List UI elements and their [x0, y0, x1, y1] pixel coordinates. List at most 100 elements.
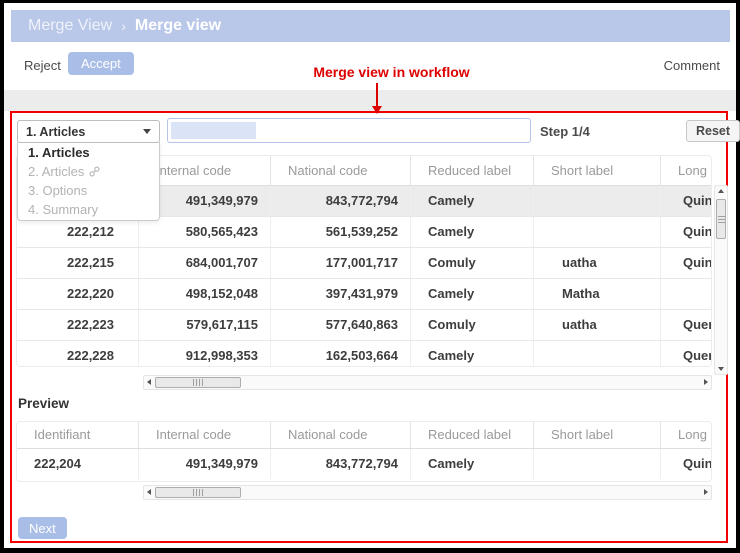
- step-dropdown[interactable]: 1. Articles: [17, 120, 160, 143]
- cell-short-label: uatha: [534, 248, 661, 278]
- thumb-grip-icon: [192, 489, 204, 496]
- step-indicator: Step 1/4: [540, 124, 590, 139]
- cell-long-label: Quenr: [683, 317, 711, 332]
- table-row[interactable]: 222,223 579,617,115 577,640,863 Comuly u…: [17, 310, 711, 341]
- cell-long-label: Quinn: [683, 456, 711, 471]
- scroll-up-icon[interactable]: [718, 189, 724, 193]
- cell-national-code: 843,772,794: [271, 449, 411, 479]
- horizontal-scrollbar[interactable]: [143, 375, 712, 390]
- search-input[interactable]: [167, 118, 531, 143]
- cell-national-code: 843,772,794: [271, 186, 411, 216]
- vertical-scrollbar[interactable]: [714, 185, 728, 375]
- cell-internal-code: 580,565,423: [139, 217, 271, 247]
- menu-item-options[interactable]: 3. Options: [18, 181, 159, 200]
- cell-reduced-label: Camely: [411, 186, 534, 216]
- thumb-grip-icon: [717, 215, 725, 223]
- cell-reduced-label: Comuly: [411, 310, 534, 340]
- cell-short-label: [534, 217, 661, 247]
- cell-long-label: Quinn: [683, 193, 711, 208]
- reset-button[interactable]: Reset: [686, 120, 740, 142]
- step-dropdown-value: 1. Articles: [26, 124, 86, 139]
- scroll-left-icon[interactable]: [147, 489, 151, 495]
- col-long-label[interactable]: Long label: [661, 156, 711, 185]
- cell-reduced-label: Camely: [411, 449, 534, 479]
- cell-short-label: uatha: [534, 310, 661, 340]
- breadcrumb-current: Merge view: [134, 17, 222, 34]
- menu-item-articles-1[interactable]: 1. Articles: [18, 143, 159, 162]
- preview-horizontal-scrollbar[interactable]: [143, 485, 712, 500]
- page: Merge View › Merge view Reject Accept Co…: [4, 3, 740, 548]
- menu-item-label: 3. Options: [28, 183, 88, 198]
- cell-reduced-label: Camely: [411, 341, 534, 366]
- cell-short-label: [534, 341, 661, 366]
- menu-item-label: 4. Summary: [28, 202, 99, 217]
- table-row[interactable]: 222,215 684,001,707 177,001,717 Comuly u…: [17, 248, 711, 279]
- horizontal-scroll-thumb[interactable]: [155, 377, 241, 388]
- cell-identifiant: 222,223: [17, 310, 139, 340]
- cell-internal-code: 684,001,707: [139, 248, 271, 278]
- reject-button[interactable]: Reject: [24, 58, 61, 73]
- cell-national-code: 162,503,664: [271, 341, 411, 366]
- cell-short-label: [534, 186, 661, 216]
- annotation-label: Merge view in workflow: [313, 64, 470, 80]
- menu-item-label: 2. Articles: [28, 164, 85, 179]
- cell-national-code: 177,001,717: [271, 248, 411, 278]
- step-dropdown-menu: 1. Articles 2. Articles 3. Options 4. Su…: [17, 142, 160, 221]
- breadcrumb-parent[interactable]: Merge View: [28, 17, 112, 35]
- cell-internal-code: 579,617,115: [139, 310, 271, 340]
- cell-identifiant: 222,228: [17, 341, 139, 366]
- col-reduced-label[interactable]: Reduced label: [411, 156, 534, 185]
- col-reduced-label: Reduced label: [411, 422, 534, 448]
- col-long-label: Long label: [678, 427, 711, 442]
- cell-national-code: 397,431,979: [271, 279, 411, 309]
- scroll-right-icon[interactable]: [704, 379, 708, 385]
- search-input-highlight: [171, 122, 256, 139]
- cell-long-label: Quinn: [683, 224, 711, 239]
- menu-item-articles-2[interactable]: 2. Articles: [18, 162, 159, 181]
- cell-identifiant: 222,204: [17, 449, 139, 479]
- table-row[interactable]: 222,220 498,152,048 397,431,979 Camely M…: [17, 279, 711, 310]
- cell-identifiant: 222,212: [17, 217, 139, 247]
- annotation-arrow-line: [376, 83, 378, 106]
- cell-long-label: [661, 279, 711, 309]
- next-button[interactable]: Next: [18, 517, 67, 539]
- cell-short-label: [534, 449, 661, 479]
- preview-title: Preview: [18, 396, 70, 411]
- col-short-label: Short label: [534, 422, 661, 448]
- cell-reduced-label: Camely: [411, 279, 534, 309]
- cell-long-label: Quinna: [683, 255, 711, 270]
- scroll-down-icon[interactable]: [718, 367, 724, 371]
- app-header: Merge View › Merge view: [11, 10, 730, 42]
- col-short-label[interactable]: Short label: [534, 156, 661, 185]
- chevron-down-icon: [143, 129, 151, 134]
- col-internal-code: Internal code: [139, 422, 271, 448]
- horizontal-scroll-thumb[interactable]: [155, 487, 241, 498]
- cell-identifiant: 222,220: [17, 279, 139, 309]
- col-national-code[interactable]: National code: [271, 156, 411, 185]
- thumb-grip-icon: [192, 379, 204, 386]
- link-icon: [89, 166, 100, 177]
- page-background-strip: [4, 90, 736, 111]
- preview-row: 222,204 491,349,979 843,772,794 Camely Q…: [17, 449, 711, 479]
- cell-short-label: Matha: [534, 279, 661, 309]
- preview-table: Identifiant Internal code National code …: [16, 421, 712, 482]
- merge-view-panel: 1. Articles 1. Articles 2. Articles 3. O…: [10, 111, 740, 543]
- cell-long-label: Quenr: [683, 348, 711, 363]
- scroll-left-icon[interactable]: [147, 379, 151, 385]
- cell-internal-code: 912,998,353: [139, 341, 271, 366]
- table-row[interactable]: 222,228 912,998,353 162,503,664 Camely Q…: [17, 341, 711, 366]
- cell-identifiant: 222,215: [17, 248, 139, 278]
- cell-national-code: 577,640,863: [271, 310, 411, 340]
- comment-button[interactable]: Comment: [664, 58, 720, 73]
- vertical-scroll-thumb[interactable]: [716, 199, 726, 239]
- scroll-right-icon[interactable]: [704, 489, 708, 495]
- annotation-arrow-head-icon: [372, 106, 382, 114]
- menu-item-label: 1. Articles: [28, 145, 90, 160]
- menu-item-summary[interactable]: 4. Summary: [18, 200, 159, 219]
- cell-reduced-label: Comuly: [411, 248, 534, 278]
- accept-button[interactable]: Accept: [68, 52, 134, 75]
- table-row[interactable]: 222,212 580,565,423 561,539,252 Camely Q…: [17, 217, 711, 248]
- cell-internal-code: 498,152,048: [139, 279, 271, 309]
- breadcrumb-separator-icon: ›: [121, 18, 126, 34]
- col-identifiant: Identifiant: [17, 422, 139, 448]
